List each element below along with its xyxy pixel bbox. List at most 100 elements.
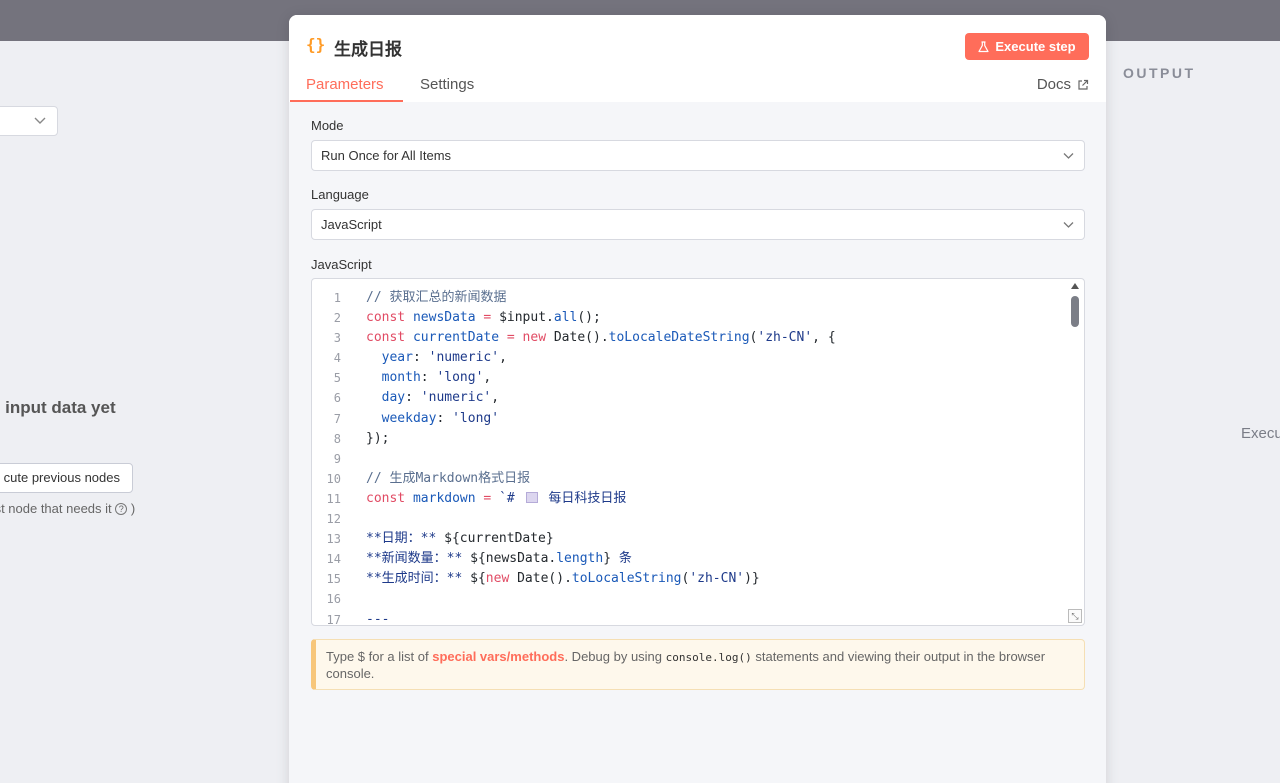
code-token: , { bbox=[812, 330, 836, 346]
line-number: 8 bbox=[333, 431, 341, 446]
code-token: ${ bbox=[470, 571, 486, 587]
code-line[interactable]: 2 const newsData = $input.all(); bbox=[312, 308, 1072, 328]
code-token: const bbox=[366, 330, 413, 346]
code-token: (); bbox=[577, 310, 601, 326]
language-select[interactable]: JavaScript bbox=[311, 209, 1085, 240]
code-lines: 1 // 获取汇总的新闻数据 2 const newsData = $input.al… bbox=[312, 288, 1072, 626]
flask-icon bbox=[978, 40, 989, 52]
code-line[interactable]: 8}); bbox=[312, 429, 1072, 449]
code-token: 条 bbox=[618, 551, 632, 567]
language-label: Language bbox=[311, 187, 369, 202]
resize-handle-icon[interactable]: ⤡ bbox=[1068, 609, 1082, 623]
editor-scrollbar[interactable] bbox=[1070, 279, 1082, 625]
code-token: : bbox=[420, 370, 437, 386]
hint-prefix: Type $ for a list of bbox=[326, 649, 433, 664]
code-token: all bbox=[553, 310, 578, 326]
scroll-up-arrow-icon[interactable] bbox=[1071, 283, 1079, 289]
code-token: markdown bbox=[412, 490, 476, 506]
execute-step-button[interactable]: Execute step bbox=[965, 33, 1089, 60]
code-line[interactable]: 15 **生成时间：** ${new Date().toLocaleString(… bbox=[312, 569, 1072, 589]
code-token: , bbox=[499, 350, 507, 366]
line-number: 2 bbox=[333, 311, 341, 326]
code-token: // 生成Markdown格式日报 bbox=[366, 470, 531, 486]
code-text: **日期：** ${currentDate} bbox=[366, 529, 554, 549]
code-token: new bbox=[522, 330, 554, 346]
line-number: 10 bbox=[326, 471, 341, 486]
code-token: : bbox=[436, 410, 453, 426]
external-link-icon bbox=[1078, 79, 1089, 90]
code-token: 'numeric' bbox=[428, 350, 500, 366]
node-title[interactable]: 生成日报 bbox=[334, 35, 402, 60]
code-text: const currentDate = new Date().toLocaleD… bbox=[366, 328, 836, 348]
code-token: ${currentDate} bbox=[444, 531, 554, 547]
special-vars-link[interactable]: special vars/methods bbox=[432, 649, 564, 664]
tab-parameters[interactable]: Parameters bbox=[306, 76, 384, 93]
code-text: weekday: 'long' bbox=[366, 409, 499, 429]
docs-link[interactable]: Docs bbox=[1037, 76, 1089, 93]
code-line[interactable]: 14 **新闻数量：** ${newsData.length} 条 bbox=[312, 549, 1072, 569]
console-log-code: console.log() bbox=[665, 651, 752, 664]
code-token: year bbox=[366, 350, 413, 366]
question-icon[interactable]: ? bbox=[115, 503, 128, 515]
code-line[interactable]: 1 // 获取汇总的新闻数据 bbox=[312, 288, 1072, 308]
code-text: // 获取汇总的新闻数据 bbox=[366, 288, 506, 308]
earliest-node-text: arliest node that needs it bbox=[0, 501, 112, 516]
code-token: currentDate bbox=[412, 330, 500, 346]
input-node-select[interactable] bbox=[0, 106, 58, 136]
docs-label: Docs bbox=[1036, 76, 1071, 93]
code-hint-callout: Type $ for a list of special vars/method… bbox=[311, 639, 1085, 690]
line-number: 7 bbox=[333, 411, 341, 426]
code-token: Date(). bbox=[553, 330, 609, 346]
tab-settings[interactable]: Settings bbox=[420, 76, 474, 93]
code-line[interactable]: 5 month: 'long', bbox=[312, 368, 1072, 388]
code-line[interactable]: 13 **日期：** ${currentDate} bbox=[312, 529, 1072, 549]
code-token: = bbox=[475, 310, 500, 326]
code-line[interactable]: 16 bbox=[312, 589, 1072, 609]
code-line[interactable]: 4 year: 'numeric', bbox=[312, 348, 1072, 368]
code-token: , bbox=[491, 390, 500, 406]
code-editor-label: JavaScript bbox=[311, 257, 372, 272]
code-text: month: 'long', bbox=[366, 368, 492, 388]
chevron-down-icon bbox=[34, 117, 46, 124]
code-line[interactable]: 3 const currentDate = new Date().toLocale… bbox=[312, 328, 1072, 348]
code-line[interactable]: 6 day: 'numeric', bbox=[312, 388, 1072, 408]
code-text: }); bbox=[366, 429, 389, 449]
code-token: ${newsData. bbox=[470, 551, 557, 567]
line-number: 16 bbox=[326, 592, 341, 607]
code-line[interactable]: 10 // 生成Markdown格式日报 bbox=[312, 469, 1072, 489]
language-value: JavaScript bbox=[321, 217, 382, 232]
line-number: 9 bbox=[333, 451, 341, 466]
code-token: **新闻数量：** bbox=[366, 551, 471, 567]
code-token: const bbox=[366, 310, 413, 326]
code-token: )} bbox=[744, 571, 760, 587]
code-token: : bbox=[412, 350, 429, 366]
code-token: = bbox=[475, 490, 500, 506]
code-token: new bbox=[485, 571, 518, 587]
code-editor[interactable]: 1 // 获取汇总的新闻数据 2 const newsData = $input.al… bbox=[311, 278, 1085, 626]
line-number: 3 bbox=[333, 331, 341, 346]
code-line[interactable]: 17 --- bbox=[312, 610, 1072, 626]
output-execute-hint: Execu bbox=[1241, 425, 1280, 442]
code-text: year: 'numeric', bbox=[366, 348, 507, 368]
execute-previous-nodes-button[interactable]: cute previous nodes bbox=[0, 463, 133, 493]
code-line[interactable]: 11 const markdown = `# 每日科技日报 bbox=[312, 489, 1072, 509]
code-token: : bbox=[405, 390, 421, 406]
mode-value: Run Once for All Items bbox=[321, 148, 452, 163]
code-token: weekday bbox=[366, 410, 437, 426]
line-number: 14 bbox=[326, 552, 341, 567]
line-number: 5 bbox=[333, 371, 341, 386]
node-settings-modal: {} 生成日报 Execute step Parameters Settings… bbox=[289, 15, 1106, 783]
scroll-thumb[interactable] bbox=[1071, 296, 1079, 327]
code-token: toLocaleString bbox=[571, 571, 682, 587]
code-line[interactable]: 12 bbox=[312, 509, 1072, 529]
code-token: toLocaleDateString bbox=[608, 330, 750, 346]
code-text: // 生成Markdown格式日报 bbox=[366, 469, 530, 489]
code-token: day bbox=[366, 390, 406, 406]
code-token: length bbox=[556, 551, 604, 567]
code-token: `# bbox=[499, 490, 523, 506]
code-token: }); bbox=[366, 430, 390, 446]
code-line[interactable]: 9 bbox=[312, 449, 1072, 469]
code-line[interactable]: 7 weekday: 'long' bbox=[312, 409, 1072, 429]
code-token: --- bbox=[366, 611, 390, 626]
mode-select[interactable]: Run Once for All Items bbox=[311, 140, 1085, 171]
